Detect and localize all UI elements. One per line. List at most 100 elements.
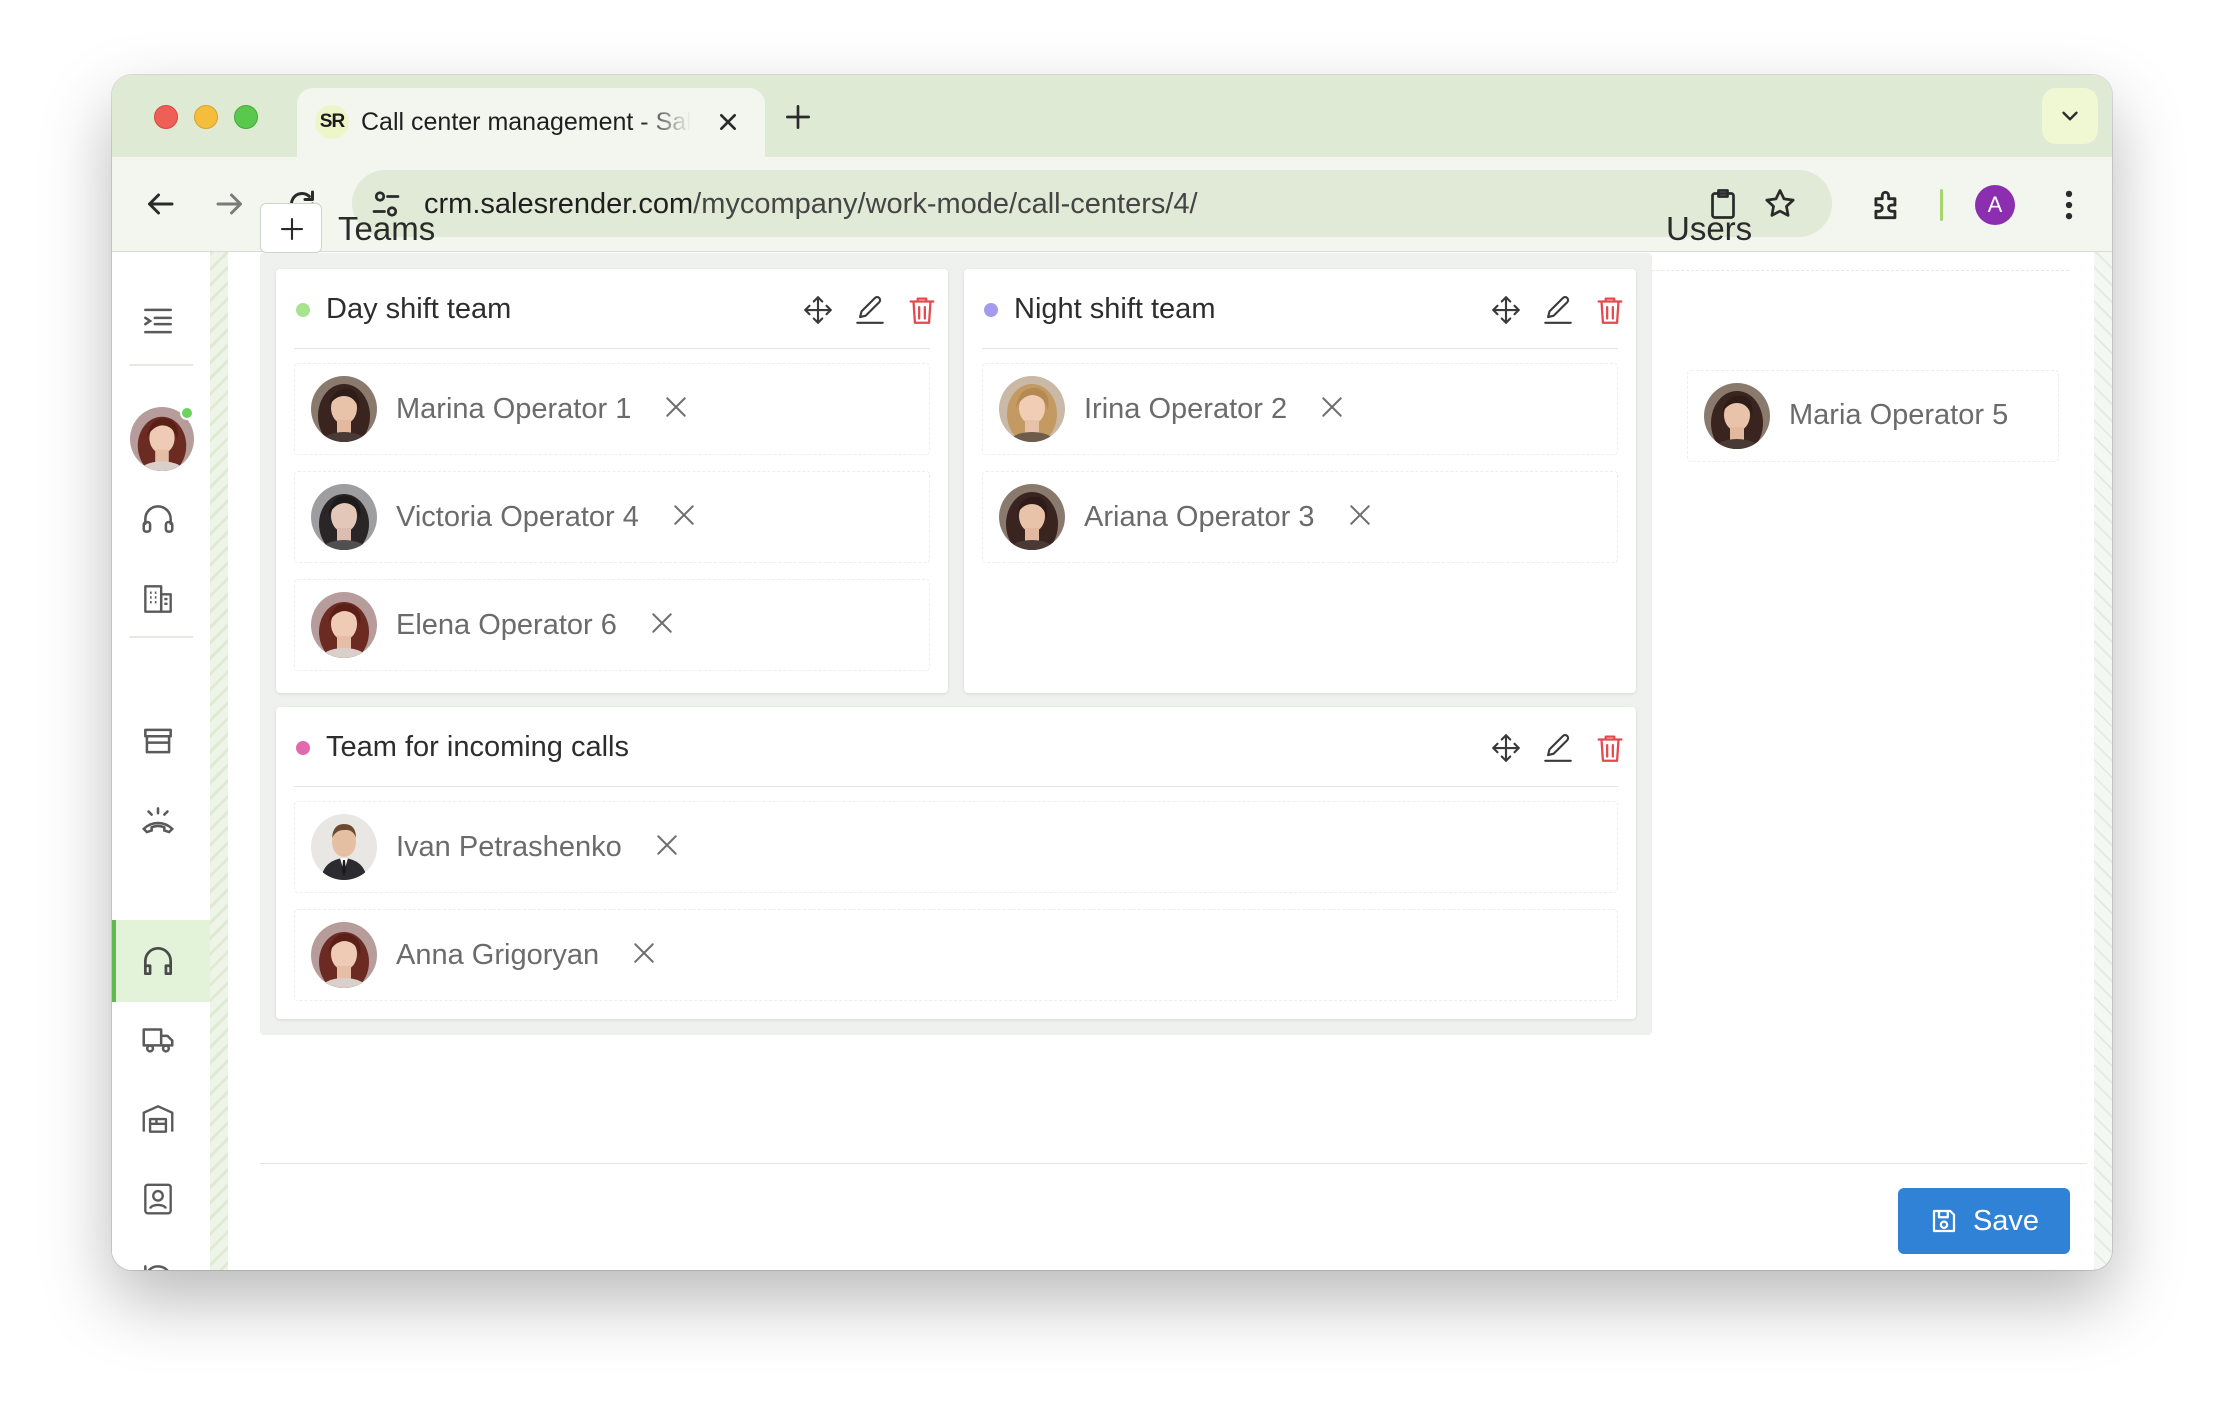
- move-icon[interactable]: [1489, 293, 1523, 327]
- browser-tab[interactable]: SR Call center management - SalesRender: [297, 88, 765, 158]
- extensions-icon[interactable]: [1868, 186, 1906, 224]
- call-center-icon[interactable]: [139, 942, 177, 980]
- team-name: Night shift team: [1014, 293, 1216, 325]
- profile-avatar[interactable]: A: [1975, 185, 2015, 225]
- chevron-down-icon: [2062, 111, 2078, 121]
- online-status-indicator: [180, 406, 194, 420]
- team-color-dot: [296, 741, 310, 755]
- users-title: Users: [1666, 210, 1753, 247]
- address-bar[interactable]: crm.salesrender.com/mycompany/work-mode/…: [352, 170, 1832, 237]
- member-name: Marina Operator 1: [396, 393, 632, 425]
- add-team-button[interactable]: [260, 203, 322, 253]
- trash-icon[interactable]: [1593, 293, 1627, 327]
- remove-member-icon[interactable]: [652, 830, 682, 860]
- team-color-dot: [296, 303, 310, 317]
- back-arrow-icon[interactable]: [142, 186, 178, 222]
- tab-title: Call center management - SalesRender: [361, 108, 691, 136]
- avatar: [311, 922, 377, 988]
- teams-board: Day shift team Marina Operator 1 Victori…: [260, 253, 1652, 1035]
- avatar: [999, 484, 1065, 550]
- remove-member-icon[interactable]: [629, 938, 659, 968]
- team-card-night-shift[interactable]: Night shift team Irina Operator 2 Ariana…: [964, 269, 1636, 693]
- url-domain: crm.salesrender.com: [424, 188, 694, 220]
- user-list-item[interactable]: Maria Operator 5: [1687, 370, 2059, 462]
- member-name: Irina Operator 2: [1084, 393, 1288, 425]
- divider: [260, 1163, 2087, 1164]
- team-card-incoming-calls[interactable]: Team for incoming calls Ivan Petrashenko…: [276, 707, 1636, 1019]
- store-icon[interactable]: [139, 722, 177, 760]
- tab-favicon: SR: [315, 105, 349, 139]
- minimize-window-button[interactable]: [194, 105, 218, 129]
- team-name: Day shift team: [326, 293, 512, 325]
- trash-icon[interactable]: [905, 293, 939, 327]
- team-member[interactable]: Irina Operator 2: [982, 363, 1618, 455]
- maximize-window-button[interactable]: [234, 105, 258, 129]
- kebab-menu-icon[interactable]: [2050, 186, 2088, 224]
- move-icon[interactable]: [801, 293, 835, 327]
- menu-icon[interactable]: [139, 302, 177, 340]
- sidebar-divider: [129, 364, 193, 366]
- edit-icon[interactable]: [1541, 293, 1575, 327]
- decorative-pattern: [2094, 252, 2112, 1270]
- decorative-pattern: [210, 252, 228, 1270]
- contact-card-icon[interactable]: [139, 1180, 177, 1218]
- avatar: [1704, 383, 1770, 449]
- member-name: Victoria Operator 4: [396, 501, 639, 533]
- team-member[interactable]: Victoria Operator 4: [294, 471, 930, 563]
- remove-member-icon[interactable]: [647, 608, 677, 638]
- team-member[interactable]: Marina Operator 1: [294, 363, 930, 455]
- move-icon[interactable]: [1489, 731, 1523, 765]
- remove-member-icon[interactable]: [1317, 392, 1347, 422]
- history-icon[interactable]: [139, 1260, 177, 1270]
- browser-window: SR Call center management - SalesRender: [112, 75, 2112, 1270]
- remove-member-icon[interactable]: [661, 392, 691, 422]
- star-icon[interactable]: [1762, 186, 1798, 222]
- divider: [294, 786, 1618, 787]
- tab-bar: SR Call center management - SalesRender: [112, 75, 2112, 158]
- plus-icon: [280, 217, 304, 241]
- avatar: [311, 376, 377, 442]
- sidebar-divider: [129, 636, 193, 638]
- save-button[interactable]: Save: [1898, 1188, 2070, 1254]
- team-member[interactable]: Anna Grigoryan: [294, 909, 1618, 1001]
- trash-icon[interactable]: [1593, 731, 1627, 765]
- phone-icon[interactable]: [139, 802, 177, 840]
- team-card-header: Team for incoming calls: [276, 707, 1636, 787]
- avatar: [311, 592, 377, 658]
- truck-icon[interactable]: [139, 1020, 177, 1058]
- member-name: Anna Grigoryan: [396, 939, 600, 971]
- forward-arrow-icon[interactable]: [212, 186, 248, 222]
- teams-title: Teams: [338, 210, 436, 247]
- team-member[interactable]: Ivan Petrashenko: [294, 801, 1618, 893]
- building-icon[interactable]: [139, 580, 177, 618]
- avatar: [311, 814, 377, 880]
- edit-icon[interactable]: [1541, 731, 1575, 765]
- divider: [982, 348, 1618, 349]
- warehouse-icon[interactable]: [139, 1100, 177, 1138]
- avatar: [311, 484, 377, 550]
- member-name: Ivan Petrashenko: [396, 831, 622, 863]
- floppy-disk-icon: [1932, 1209, 1956, 1233]
- member-name: Ariana Operator 3: [1084, 501, 1315, 533]
- edit-icon[interactable]: [853, 293, 887, 327]
- close-window-button[interactable]: [154, 105, 178, 129]
- url-path: /mycompany/work-mode/call-centers/4/: [693, 188, 1198, 220]
- headset-icon[interactable]: [139, 500, 177, 538]
- team-color-dot: [984, 303, 998, 317]
- remove-member-icon[interactable]: [1345, 500, 1375, 530]
- divider: [294, 348, 930, 349]
- toolbar-separator: [1940, 189, 1943, 221]
- team-card-day-shift[interactable]: Day shift team Marina Operator 1 Victori…: [276, 269, 948, 693]
- tab-search-button[interactable]: [2042, 88, 2098, 144]
- remove-member-icon[interactable]: [669, 500, 699, 530]
- close-icon[interactable]: [712, 106, 744, 138]
- avatar: [999, 376, 1065, 442]
- sidebar: [112, 252, 210, 1270]
- team-member[interactable]: Ariana Operator 3: [982, 471, 1618, 563]
- team-name: Team for incoming calls: [326, 731, 629, 763]
- team-member[interactable]: Elena Operator 6: [294, 579, 930, 671]
- team-card-header: Night shift team: [964, 269, 1636, 349]
- url-text[interactable]: crm.salesrender.com/mycompany/work-mode/…: [424, 188, 1198, 221]
- plus-icon[interactable]: [782, 101, 814, 133]
- member-name: Elena Operator 6: [396, 609, 617, 641]
